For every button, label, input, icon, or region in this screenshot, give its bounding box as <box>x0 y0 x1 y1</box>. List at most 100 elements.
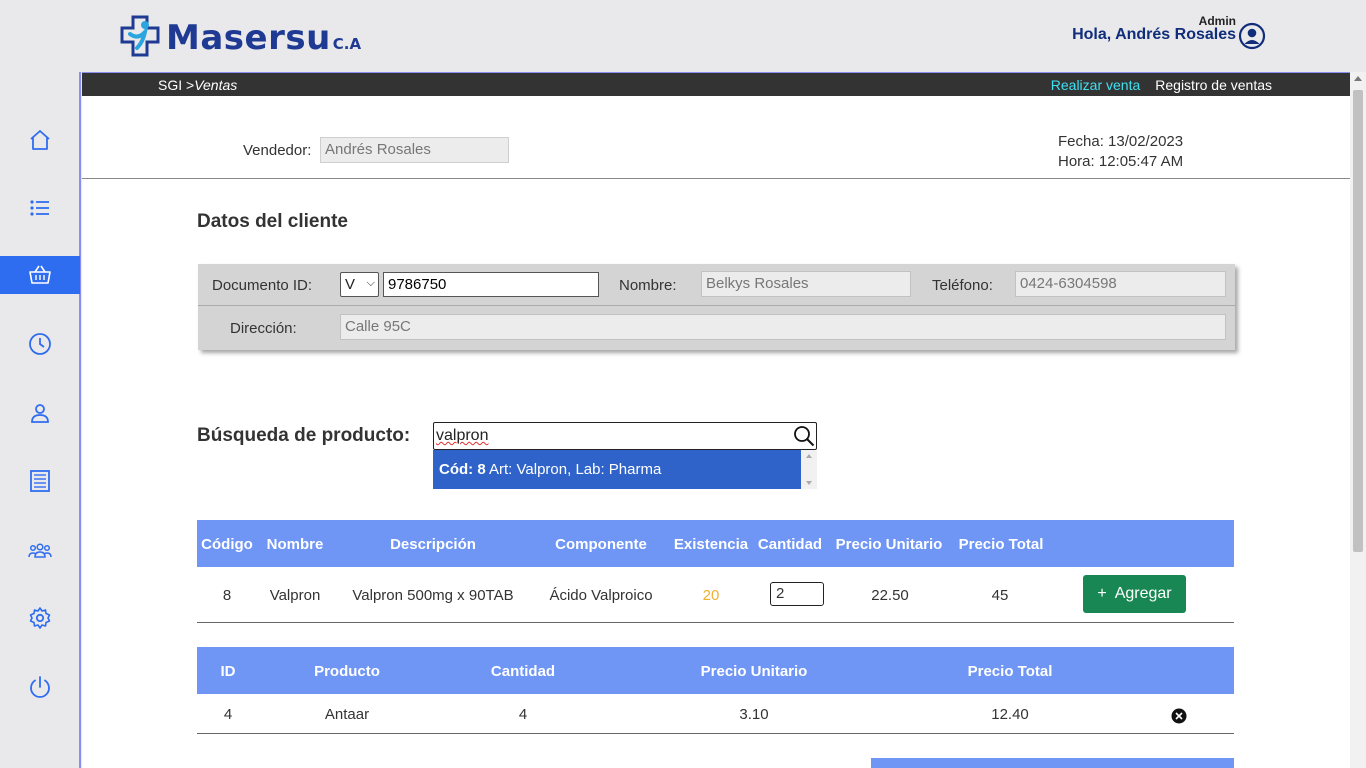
col-componente: Componente <box>555 536 647 553</box>
scroll-up-icon[interactable] <box>1354 76 1362 81</box>
cart-col-cantidad: Cantidad <box>490 663 556 680</box>
suggestion-text: Art: Valpron, Lab: Pharma <box>485 461 662 478</box>
search-icon[interactable] <box>793 425 815 447</box>
divider <box>82 178 1350 179</box>
product-search-label: Búsqueda de producto: <box>197 425 411 446</box>
col-existencia: Existencia <box>673 536 749 553</box>
datetime: Fecha: 13/02/2023 Hora: 12:05:47 AM <box>1058 132 1183 172</box>
page-scrollbar[interactable] <box>1350 72 1366 768</box>
cart-col-precio-unitario: Precio Unitario <box>700 663 808 680</box>
sidebar-item-reports[interactable] <box>0 462 80 500</box>
address-label: Dirección: <box>230 320 297 337</box>
brand-name: Masersu <box>166 18 331 58</box>
main-panel: SGI >Ventas Realizar venta Registro de v… <box>82 72 1350 768</box>
fecha-text: Fecha: 13/02/2023 <box>1058 133 1184 150</box>
breadcrumb-current: Ventas <box>194 77 238 93</box>
clock-icon <box>29 333 51 355</box>
cart-table-header: ID Producto Cantidad Precio Unitario Pre… <box>197 647 1234 694</box>
scroll-thumb[interactable] <box>1353 90 1363 552</box>
product-unit-price: 22.50 <box>871 587 909 604</box>
col-descripcion: Descripción <box>390 536 476 553</box>
cart-col-precio-total: Precio Total <box>967 663 1053 680</box>
cart-col-producto: Producto <box>314 663 380 680</box>
medical-cross-icon <box>120 15 160 57</box>
top-navbar: SGI >Ventas Realizar venta Registro de v… <box>82 73 1350 96</box>
sidebar-item-list[interactable] <box>0 189 80 227</box>
add-product-button[interactable]: + Agregar <box>1083 575 1186 613</box>
hora-text: Hora: 12:05:47 AM <box>1058 153 1184 170</box>
phone-label: Teléfono: <box>932 277 993 294</box>
suggestion-item[interactable]: Cód: 8 Art: Valpron, Lab: Pharma <box>433 450 801 489</box>
col-precio-total: Precio Total <box>958 536 1044 553</box>
product-row: 8 Valpron Valpron 500mg x 90TAB Ácido Va… <box>197 567 1234 623</box>
scroll-down-icon <box>806 481 812 485</box>
cart-item-product: Antaar <box>324 706 370 723</box>
search-value: valpron <box>436 427 489 444</box>
product-table-header: Código Nombre Descripción Componente Exi… <box>197 520 1234 567</box>
client-form: Documento ID: V ⌵ 9786750 Nombre: Belkys… <box>198 264 1235 350</box>
doc-type-select[interactable]: V ⌵ <box>340 272 379 297</box>
plus-icon: + <box>1097 585 1107 602</box>
sidebar-item-settings[interactable] <box>0 599 80 637</box>
remove-item-icon[interactable] <box>1171 708 1187 724</box>
doc-type-value: V <box>345 276 356 293</box>
sidebar-item-history[interactable] <box>0 325 80 363</box>
phone-field: 0424-6304598 <box>1015 271 1226 297</box>
home-icon <box>30 130 50 150</box>
nav-realizar-venta[interactable]: Realizar venta <box>1051 77 1141 93</box>
user-icon <box>31 404 49 423</box>
cart-item-id: 4 <box>223 706 233 723</box>
cart-item-qty: 4 <box>518 706 528 723</box>
nav-registro-ventas[interactable]: Registro de ventas <box>1155 77 1272 93</box>
user-greeting: Hola, Andrés Rosales <box>1072 26 1236 43</box>
user-menu[interactable]: Admin Hola, Andrés Rosales <box>1072 14 1266 50</box>
sidebar-item-clients[interactable] <box>0 531 80 569</box>
search-suggestions: Cód: 8 Art: Valpron, Lab: Pharma <box>433 450 817 489</box>
power-icon <box>30 676 50 698</box>
breadcrumb: SGI >Ventas <box>158 77 237 93</box>
doc-label: Documento ID: <box>212 277 313 294</box>
basket-icon <box>29 265 51 284</box>
gear-icon <box>29 607 51 629</box>
product-name: Valpron <box>269 587 321 604</box>
sidebar-item-user[interactable] <box>0 394 80 432</box>
client-row: Documento ID: V ⌵ 9786750 Nombre: Belkys… <box>198 264 1235 306</box>
sidebar <box>0 72 81 768</box>
chevron-down-icon: ⌵ <box>366 277 375 289</box>
vendedor-label: Vendedor: <box>243 142 312 159</box>
product-component: Ácido Valproico <box>549 587 653 604</box>
list-icon <box>30 200 49 216</box>
col-codigo: Código <box>201 536 253 553</box>
brand-logo: Masersu C.A <box>118 14 361 58</box>
sidebar-item-logout[interactable] <box>0 668 80 706</box>
totals-panel <box>871 758 1234 768</box>
brand-suffix: C.A <box>332 35 362 53</box>
product-stock: 20 <box>702 587 720 604</box>
breadcrumb-root[interactable]: SGI > <box>158 77 194 93</box>
cart-item-unit-price: 3.10 <box>739 706 769 723</box>
col-nombre: Nombre <box>266 536 324 553</box>
add-button-label: Agregar <box>1114 585 1172 602</box>
client-section-title: Datos del cliente <box>197 211 348 232</box>
product-code: 8 <box>222 587 232 604</box>
product-search-input[interactable]: valpron <box>433 422 817 450</box>
sidebar-item-home[interactable] <box>0 121 80 159</box>
group-icon <box>28 543 52 558</box>
suggestion-scrollbar[interactable] <box>801 450 817 489</box>
scroll-up-icon <box>806 454 812 458</box>
vendedor-field: Andrés Rosales <box>320 137 509 163</box>
address-field: Calle 95C <box>340 314 1226 340</box>
suggestion-code: Cód: 8 <box>439 461 486 478</box>
sidebar-item-sales[interactable] <box>0 256 80 294</box>
avatar-icon[interactable] <box>1238 22 1266 50</box>
cart-col-id: ID <box>220 663 236 680</box>
name-label: Nombre: <box>619 277 677 294</box>
quantity-field[interactable]: 2 <box>770 582 824 606</box>
table-row: 4 Antaar 4 3.10 12.40 <box>197 694 1234 734</box>
col-precio-unitario: Precio Unitario <box>835 536 943 553</box>
receipt-icon <box>30 470 50 492</box>
doc-number-field[interactable]: 9786750 <box>383 272 599 297</box>
product-total: 45 <box>991 587 1009 604</box>
name-field: Belkys Rosales <box>701 271 911 297</box>
top-nav: Realizar venta Registro de ventas <box>1051 77 1272 93</box>
